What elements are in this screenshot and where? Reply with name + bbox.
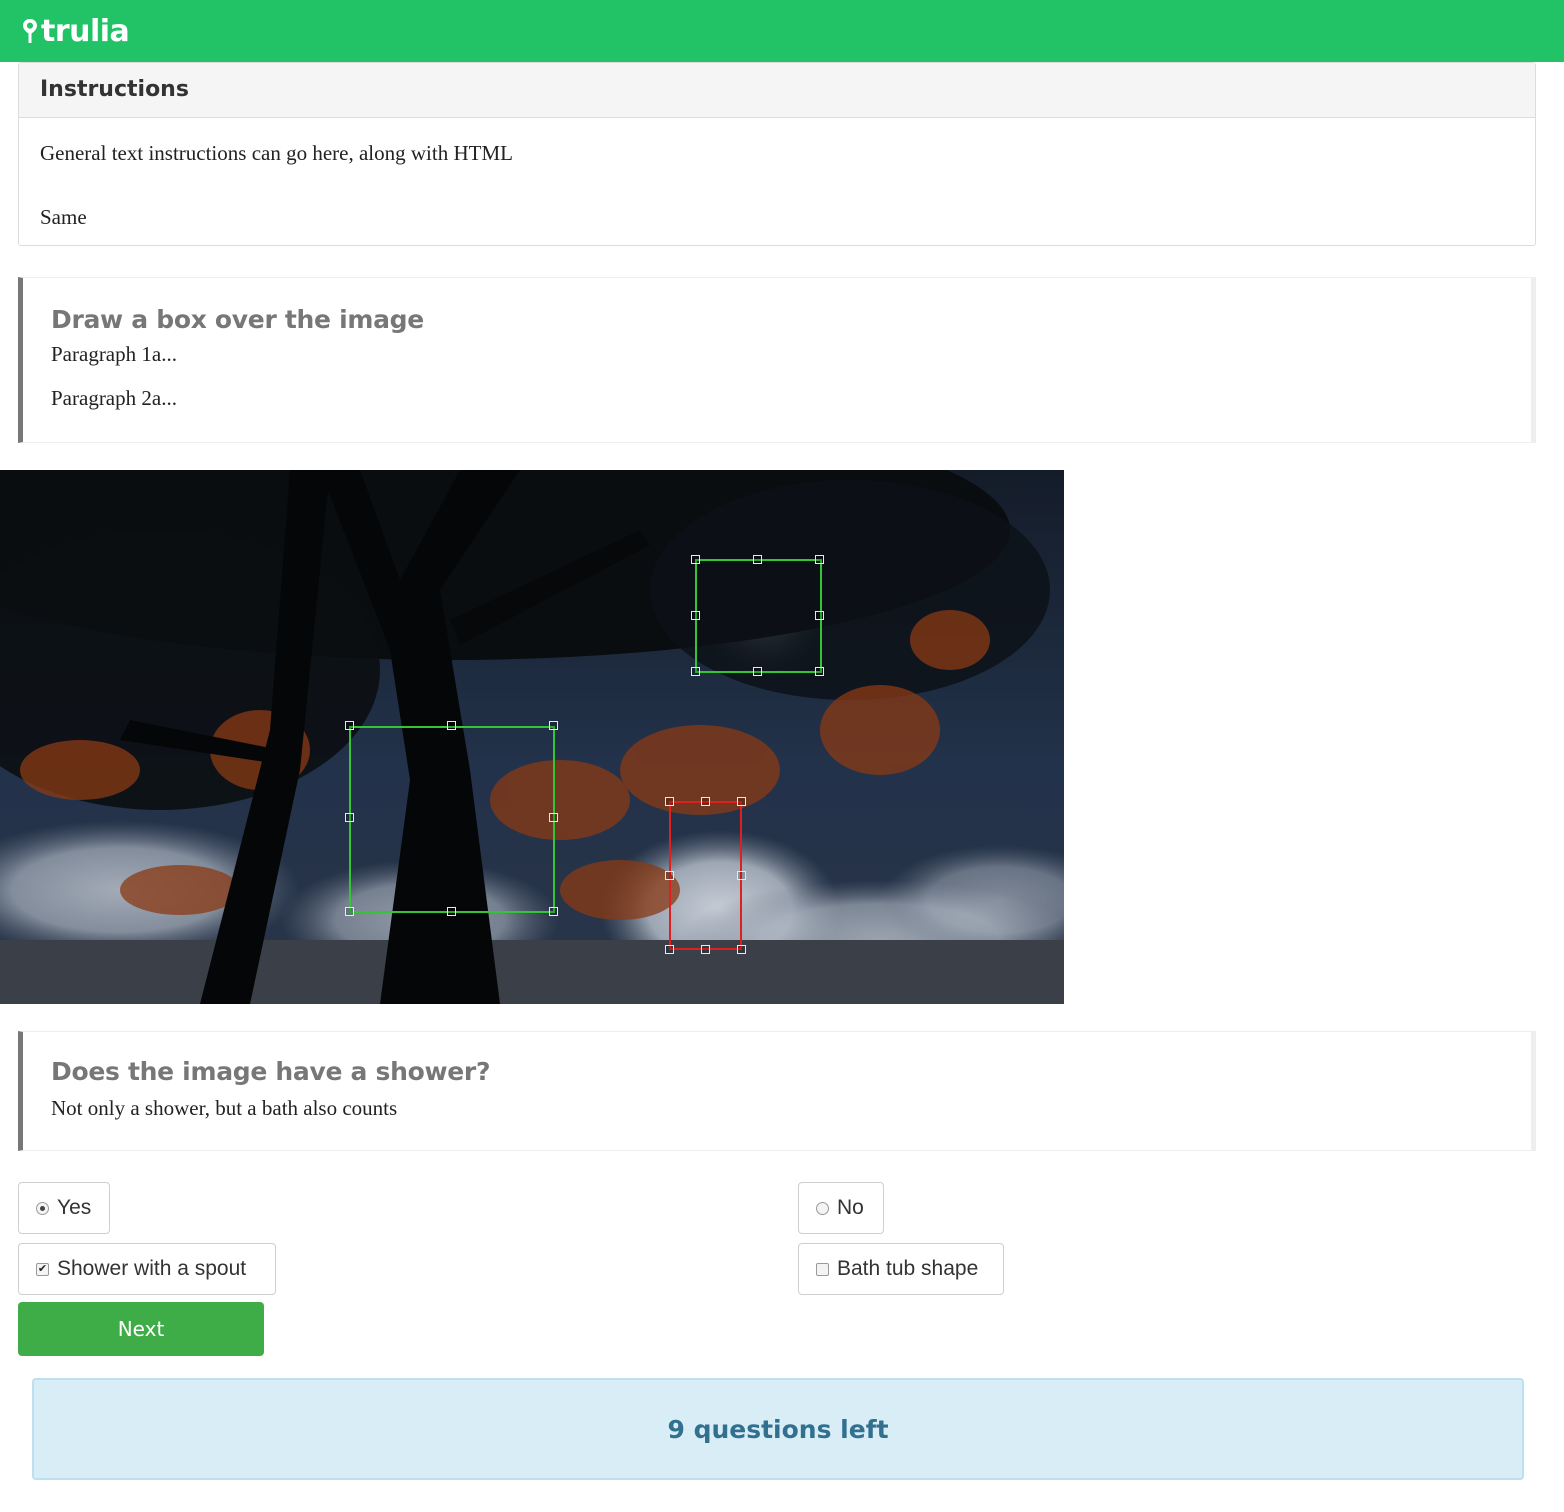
question-title: Does the image have a shower?: [51, 1057, 491, 1086]
yes-radio-option[interactable]: Yes: [18, 1182, 110, 1234]
bounding-box-green[interactable]: [349, 726, 555, 913]
brand-name: trulia: [41, 13, 130, 49]
draw-task-callout: Draw a box over the image Paragraph 1a..…: [18, 277, 1536, 443]
instructions-text: General text instructions can go here, a…: [40, 141, 513, 165]
bounding-box-red[interactable]: [669, 801, 742, 950]
instructions-text-2: Same: [40, 205, 87, 229]
next-button[interactable]: Next: [18, 1302, 264, 1356]
resize-handle[interactable]: [665, 871, 674, 880]
shower-with-spout-checkbox-option[interactable]: ✔ Shower with a spout: [18, 1243, 276, 1295]
top-navbar: trulia: [0, 0, 1564, 62]
no-radio-option[interactable]: No: [798, 1182, 884, 1234]
resize-handle[interactable]: [815, 611, 824, 620]
resize-handle[interactable]: [549, 813, 558, 822]
question-callout: Does the image have a shower? Not only a…: [18, 1031, 1536, 1151]
trulia-logo[interactable]: trulia: [22, 10, 130, 52]
resize-handle[interactable]: [815, 555, 824, 564]
checkbox[interactable]: [816, 1262, 829, 1276]
resize-handle[interactable]: [665, 945, 674, 954]
radio-button[interactable]: [816, 1201, 829, 1215]
resize-handle[interactable]: [549, 721, 558, 730]
bath-tub-shape-label: Bath tub shape: [837, 1257, 979, 1280]
draw-task-title: Draw a box over the image: [51, 305, 424, 334]
bounding-box-green[interactable]: [695, 559, 822, 673]
draw-task-paragraph: Paragraph 1a...: [51, 342, 177, 366]
resize-handle[interactable]: [737, 871, 746, 880]
resize-handle[interactable]: [737, 797, 746, 806]
bath-tub-shape-checkbox-option[interactable]: Bath tub shape: [798, 1243, 1004, 1295]
resize-handle[interactable]: [691, 667, 700, 676]
radio-button-selected[interactable]: [36, 1201, 49, 1215]
resize-handle[interactable]: [345, 813, 354, 822]
resize-handle[interactable]: [691, 611, 700, 620]
resize-handle[interactable]: [815, 667, 824, 676]
resize-handle[interactable]: [691, 555, 700, 564]
resize-handle[interactable]: [701, 797, 710, 806]
shower-with-spout-label: Shower with a spout: [57, 1257, 247, 1280]
resize-handle[interactable]: [345, 721, 354, 730]
checkbox-checked[interactable]: ✔: [36, 1262, 49, 1276]
questions-left-alert: 9 questions left: [32, 1378, 1524, 1480]
no-label: No: [837, 1196, 864, 1219]
resize-handle[interactable]: [701, 945, 710, 954]
resize-handle[interactable]: [345, 907, 354, 916]
resize-handle[interactable]: [753, 555, 762, 564]
resize-handle[interactable]: [737, 945, 746, 954]
annotation-canvas[interactable]: [0, 470, 1064, 1004]
resize-handle[interactable]: [549, 907, 558, 916]
yes-label: Yes: [57, 1196, 92, 1219]
instructions-title: Instructions: [40, 77, 189, 102]
instructions-panel-header: [19, 63, 1535, 118]
resize-handle[interactable]: [447, 721, 456, 730]
resize-handle[interactable]: [665, 797, 674, 806]
question-subtitle: Not only a shower, but a bath also count…: [51, 1096, 398, 1120]
resize-handle[interactable]: [753, 667, 762, 676]
instructions-panel: Instructions General text instructions c…: [18, 62, 1536, 246]
draw-task-paragraph: Paragraph 2a...: [51, 386, 177, 410]
map-pin-icon: [23, 19, 37, 43]
questions-left-text: 9 questions left: [667, 1414, 889, 1444]
resize-handle[interactable]: [447, 907, 456, 916]
